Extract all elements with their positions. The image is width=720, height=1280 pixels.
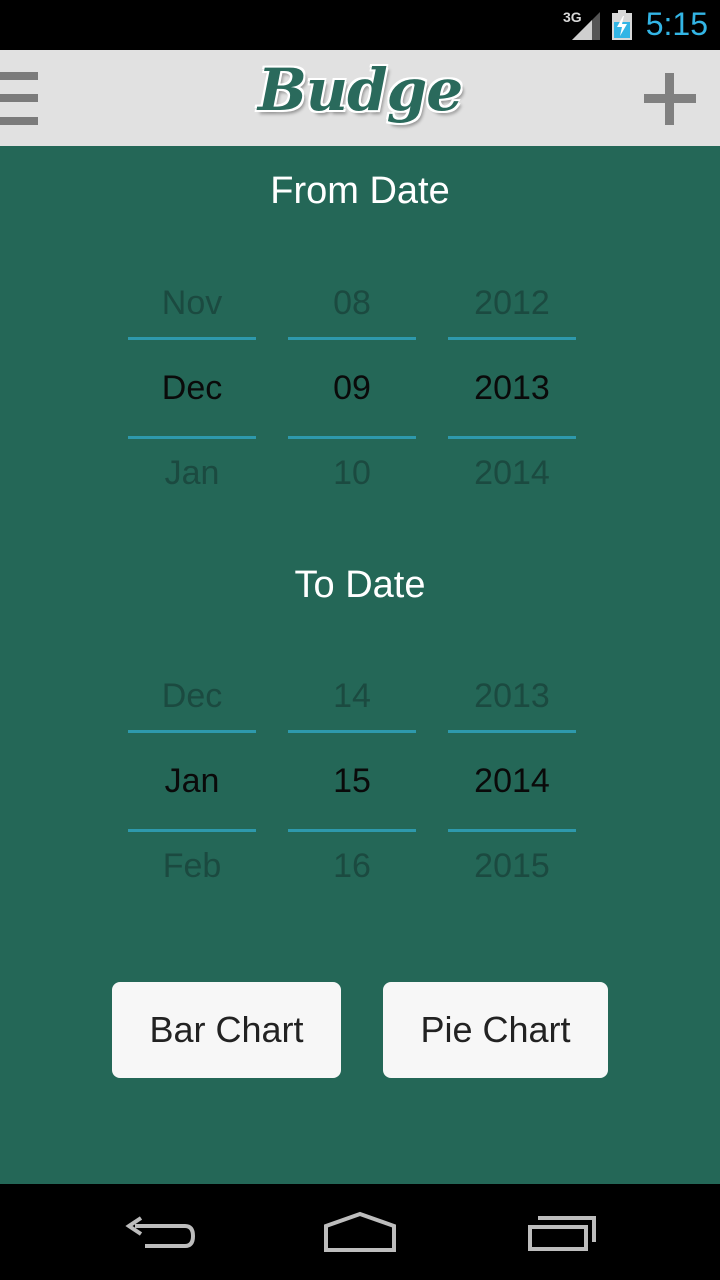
picker-prev-value[interactable]: 14 — [288, 677, 416, 716]
navigation-bar — [0, 1184, 720, 1280]
picker-divider — [288, 730, 416, 733]
from-date-title: From Date — [270, 170, 450, 212]
picker-next-value[interactable]: Feb — [128, 847, 256, 886]
home-icon[interactable] — [315, 1208, 405, 1258]
picker-prev-value[interactable]: 2012 — [448, 284, 576, 323]
back-icon[interactable] — [115, 1208, 205, 1258]
picker-next-value[interactable]: 2015 — [448, 847, 576, 886]
picker-next-value[interactable]: Jan — [128, 454, 256, 493]
picker-current-value[interactable]: 09 — [288, 369, 416, 408]
pie-chart-button[interactable]: Pie Chart — [383, 982, 608, 1078]
picker-divider — [128, 337, 256, 340]
picker-current-value[interactable]: Jan — [128, 762, 256, 801]
signal-icon — [572, 12, 600, 40]
picker-current-value[interactable]: 15 — [288, 762, 416, 801]
action-bar: Budge — [0, 50, 720, 146]
content-area: From Date Nov Dec Jan 08 09 10 2012 2013… — [0, 146, 720, 1184]
bar-chart-button[interactable]: Bar Chart — [112, 982, 341, 1078]
picker-current-value[interactable]: Dec — [128, 369, 256, 408]
picker-divider — [128, 730, 256, 733]
picker-next-value[interactable]: 16 — [288, 847, 416, 886]
picker-divider — [448, 436, 576, 439]
picker-current-value[interactable]: 2014 — [448, 762, 576, 801]
picker-divider — [448, 829, 576, 832]
picker-prev-value[interactable]: Nov — [128, 284, 256, 323]
picker-prev-value[interactable]: Dec — [128, 677, 256, 716]
battery-charging-icon — [612, 10, 632, 40]
picker-next-value[interactable]: 10 — [288, 454, 416, 493]
app-logo: Budge — [257, 56, 463, 124]
to-date-title: To Date — [294, 564, 426, 606]
picker-prev-value[interactable]: 2013 — [448, 677, 576, 716]
picker-current-value[interactable]: 2013 — [448, 369, 576, 408]
clock: 5:15 — [645, 6, 708, 42]
picker-prev-value[interactable]: 08 — [288, 284, 416, 323]
picker-divider — [288, 436, 416, 439]
picker-divider — [128, 436, 256, 439]
picker-next-value[interactable]: 2014 — [448, 454, 576, 493]
add-icon[interactable] — [640, 70, 696, 126]
picker-divider — [288, 829, 416, 832]
picker-divider — [288, 337, 416, 340]
picker-divider — [128, 829, 256, 832]
picker-divider — [448, 730, 576, 733]
status-bar: 3G 5:15 — [0, 0, 720, 50]
picker-divider — [448, 337, 576, 340]
recent-apps-icon[interactable] — [518, 1208, 608, 1258]
